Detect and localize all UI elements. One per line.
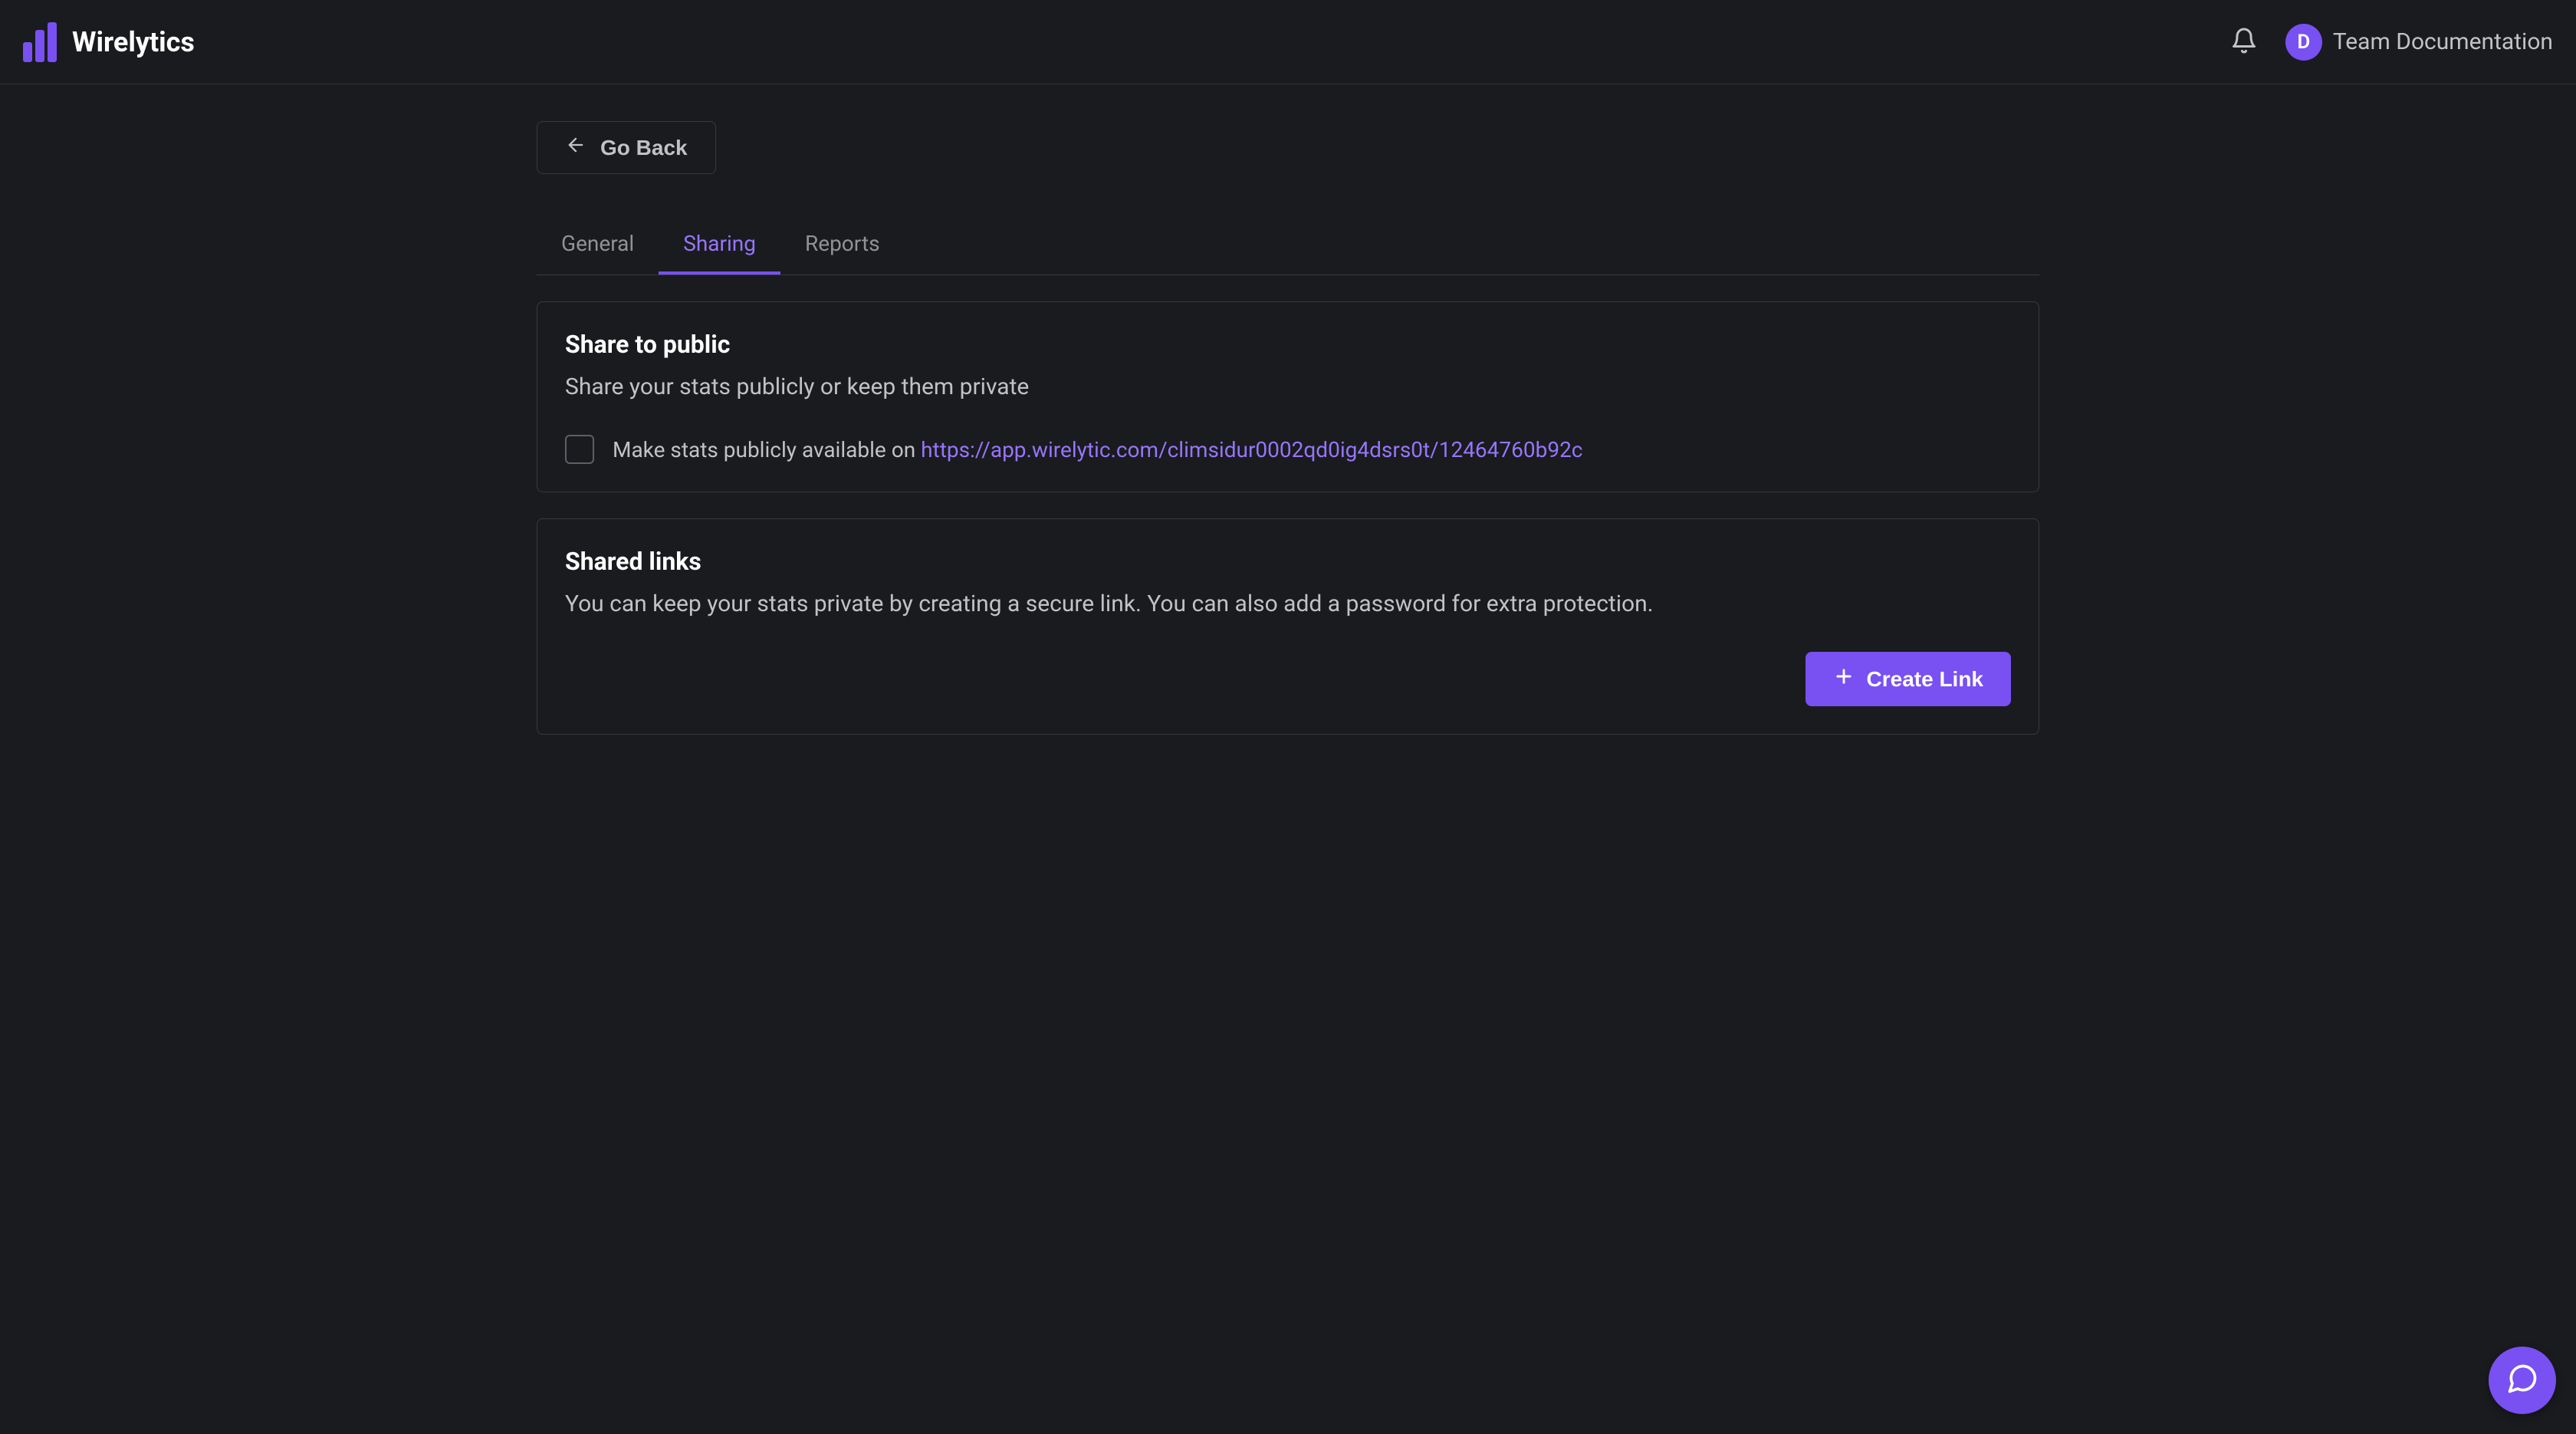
create-link-row: Create Link	[565, 652, 2011, 706]
avatar: D	[2285, 24, 2322, 61]
logo-icon	[23, 22, 63, 62]
tab-reports[interactable]: Reports	[780, 215, 905, 275]
chat-icon	[2505, 1362, 2539, 1399]
public-checkbox-label-prefix: Make stats publicly available on	[613, 437, 921, 462]
chat-widget-button[interactable]	[2489, 1347, 2556, 1414]
shared-links-description: You can keep your stats private by creat…	[565, 587, 2011, 621]
plus-icon	[1833, 666, 1855, 692]
go-back-button[interactable]: Go Back	[537, 121, 716, 174]
arrow-left-icon	[565, 134, 586, 161]
share-public-description: Share your stats publicly or keep them p…	[565, 370, 2011, 404]
header-right: D Team Documentation	[2230, 24, 2553, 61]
tab-general[interactable]: General	[537, 215, 659, 275]
shared-links-card: Shared links You can keep your stats pri…	[537, 518, 2039, 735]
team-name: Team Documentation	[2333, 28, 2553, 55]
main-container: Go Back General Sharing Reports Share to…	[537, 84, 2039, 771]
notification-bell-icon[interactable]	[2230, 27, 2258, 58]
app-header: Wirelytics D Team Documentation	[0, 0, 2576, 84]
tab-sharing[interactable]: Sharing	[659, 215, 780, 275]
avatar-initial: D	[2297, 31, 2310, 54]
make-public-checkbox[interactable]	[565, 435, 594, 464]
settings-tabs: General Sharing Reports	[537, 215, 2039, 275]
user-team-selector[interactable]: D Team Documentation	[2285, 24, 2553, 61]
go-back-label: Go Back	[600, 136, 688, 160]
public-checkbox-row: Make stats publicly available on https:/…	[565, 435, 2011, 464]
share-public-card: Share to public Share your stats publicl…	[537, 301, 2039, 492]
shared-links-title: Shared links	[565, 547, 2011, 576]
public-checkbox-label: Make stats publicly available on https:/…	[613, 437, 1582, 462]
create-link-label: Create Link	[1867, 667, 1984, 692]
create-link-button[interactable]: Create Link	[1806, 652, 2012, 706]
brand-name: Wirelytics	[72, 26, 195, 58]
share-public-title: Share to public	[565, 330, 2011, 359]
header-left: Wirelytics	[23, 22, 195, 62]
public-url-link[interactable]: https://app.wirelytic.com/climsidur0002q…	[921, 437, 1582, 462]
